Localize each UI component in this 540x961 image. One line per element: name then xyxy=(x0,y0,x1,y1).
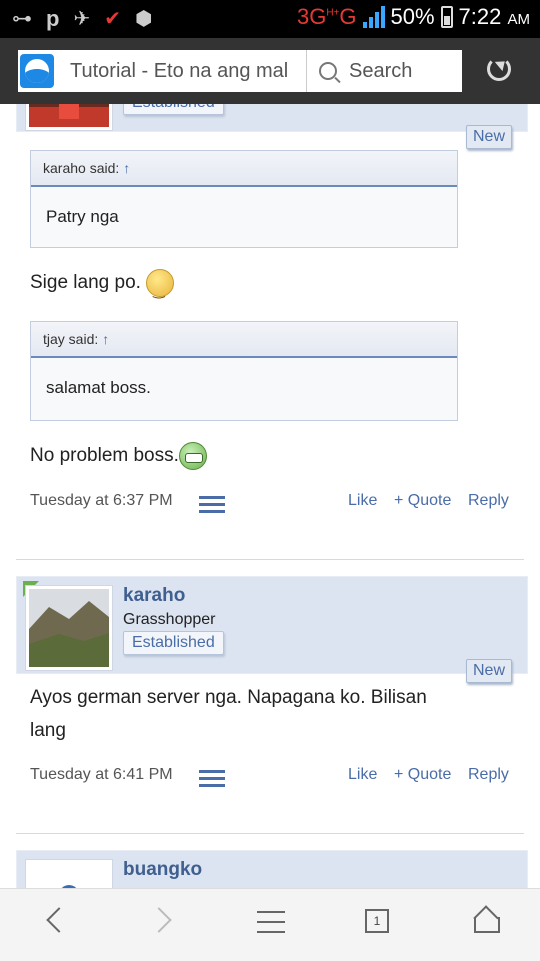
post-divider xyxy=(16,559,524,560)
quote-button[interactable]: + Quote xyxy=(394,766,451,784)
satellite-icon: ✈ xyxy=(73,8,91,30)
grin-icon xyxy=(178,441,207,470)
message-text: No problem boss. xyxy=(30,439,207,472)
quote-author: tjay said: xyxy=(43,331,99,347)
url-bar[interactable]: Tutorial - Eto na ang mal xyxy=(18,50,306,92)
username-link[interactable]: karaho xyxy=(123,585,185,607)
reply-button[interactable]: Reply xyxy=(468,766,509,784)
avatar-image xyxy=(29,104,109,127)
search-input[interactable]: Search xyxy=(349,60,412,83)
refresh-icon[interactable] xyxy=(487,57,511,81)
system-indicators: 3GH+G 50% 7:22 AM xyxy=(297,4,530,30)
post-timestamp[interactable]: Tuesday at 6:37 PM xyxy=(30,492,173,510)
home-icon[interactable] xyxy=(473,907,500,933)
tabs-button[interactable]: 1 xyxy=(365,909,389,933)
user-badge: Established xyxy=(123,631,224,655)
avatar[interactable] xyxy=(25,104,113,131)
quote-text: Patry nga xyxy=(46,207,119,226)
search-icon xyxy=(319,62,337,80)
avatar-image xyxy=(29,863,109,888)
user-title: Grasshopper xyxy=(123,611,216,628)
signal-icon xyxy=(362,6,385,28)
message-text: Sige lang po. xyxy=(30,266,175,307)
new-badge: New xyxy=(466,659,513,683)
status-bar: ⊶ p ✈ ✔ ⬢ 3GH+G 50% 7:22 AM xyxy=(0,0,540,38)
post-divider xyxy=(16,833,524,834)
quote-header[interactable]: tjay said: ↑ xyxy=(31,322,457,358)
browser-toolbar: Tutorial - Eto na ang mal Search xyxy=(0,38,540,104)
quote-jump-icon[interactable]: ↑ xyxy=(102,331,109,347)
network-indicator: 3GH+G xyxy=(296,4,357,29)
quote-text: salamat boss. xyxy=(46,378,151,397)
battery-icon xyxy=(440,6,453,28)
battery-percent: 50% xyxy=(390,4,435,29)
post-timestamp[interactable]: Tuesday at 6:41 PM xyxy=(30,766,173,784)
key-icon: ⊶ xyxy=(12,8,32,30)
quote-header[interactable]: karaho said: ↑ xyxy=(31,151,457,187)
post-header: buangko xyxy=(16,850,528,888)
like-button[interactable]: Like xyxy=(348,766,377,784)
notification-icons: ⊶ p ✈ ✔ ⬢ xyxy=(12,6,152,32)
check-icon: ✔ xyxy=(104,8,121,30)
quote-block: tjay said: ↑ salamat boss. xyxy=(30,321,458,421)
menu-icon[interactable] xyxy=(257,911,285,933)
new-badge: New xyxy=(466,125,513,149)
browser-bottom-bar: 1 xyxy=(0,888,540,961)
quote-author: karaho said: xyxy=(43,160,120,176)
p-app-icon: p xyxy=(46,6,60,31)
forward-icon[interactable] xyxy=(146,907,172,933)
clock: 7:22 AM xyxy=(458,4,530,29)
app-badge-icon: ⬢ xyxy=(134,8,153,30)
post-menu-icon[interactable] xyxy=(199,770,225,787)
url-text[interactable]: Tutorial - Eto na ang mal xyxy=(70,60,302,83)
message-text: Ayos german server nga. Napagana ko. Bil… xyxy=(30,687,427,741)
post-header: karaho Grasshopper Established xyxy=(16,576,528,674)
avatar[interactable] xyxy=(25,859,113,888)
post-menu-icon[interactable] xyxy=(199,496,225,513)
avatar-image xyxy=(29,589,109,667)
search-box[interactable]: Search xyxy=(306,50,462,92)
reply-button[interactable]: Reply xyxy=(468,492,509,510)
user-badge: Established xyxy=(123,104,224,115)
back-icon[interactable] xyxy=(46,907,72,933)
quote-jump-icon[interactable]: ↑ xyxy=(123,160,130,176)
post-header: Established xyxy=(16,104,528,132)
like-button[interactable]: Like xyxy=(348,492,377,510)
quote-block: karaho said: ↑ Patry nga xyxy=(30,150,458,248)
thread-content: Established New karaho said:↑ Patry nga … xyxy=(0,104,540,888)
smiley-icon xyxy=(146,268,175,307)
quote-button[interactable]: + Quote xyxy=(394,492,451,510)
avatar[interactable] xyxy=(25,585,113,671)
username-link[interactable]: buangko xyxy=(123,859,202,881)
site-favicon-icon xyxy=(20,54,54,88)
